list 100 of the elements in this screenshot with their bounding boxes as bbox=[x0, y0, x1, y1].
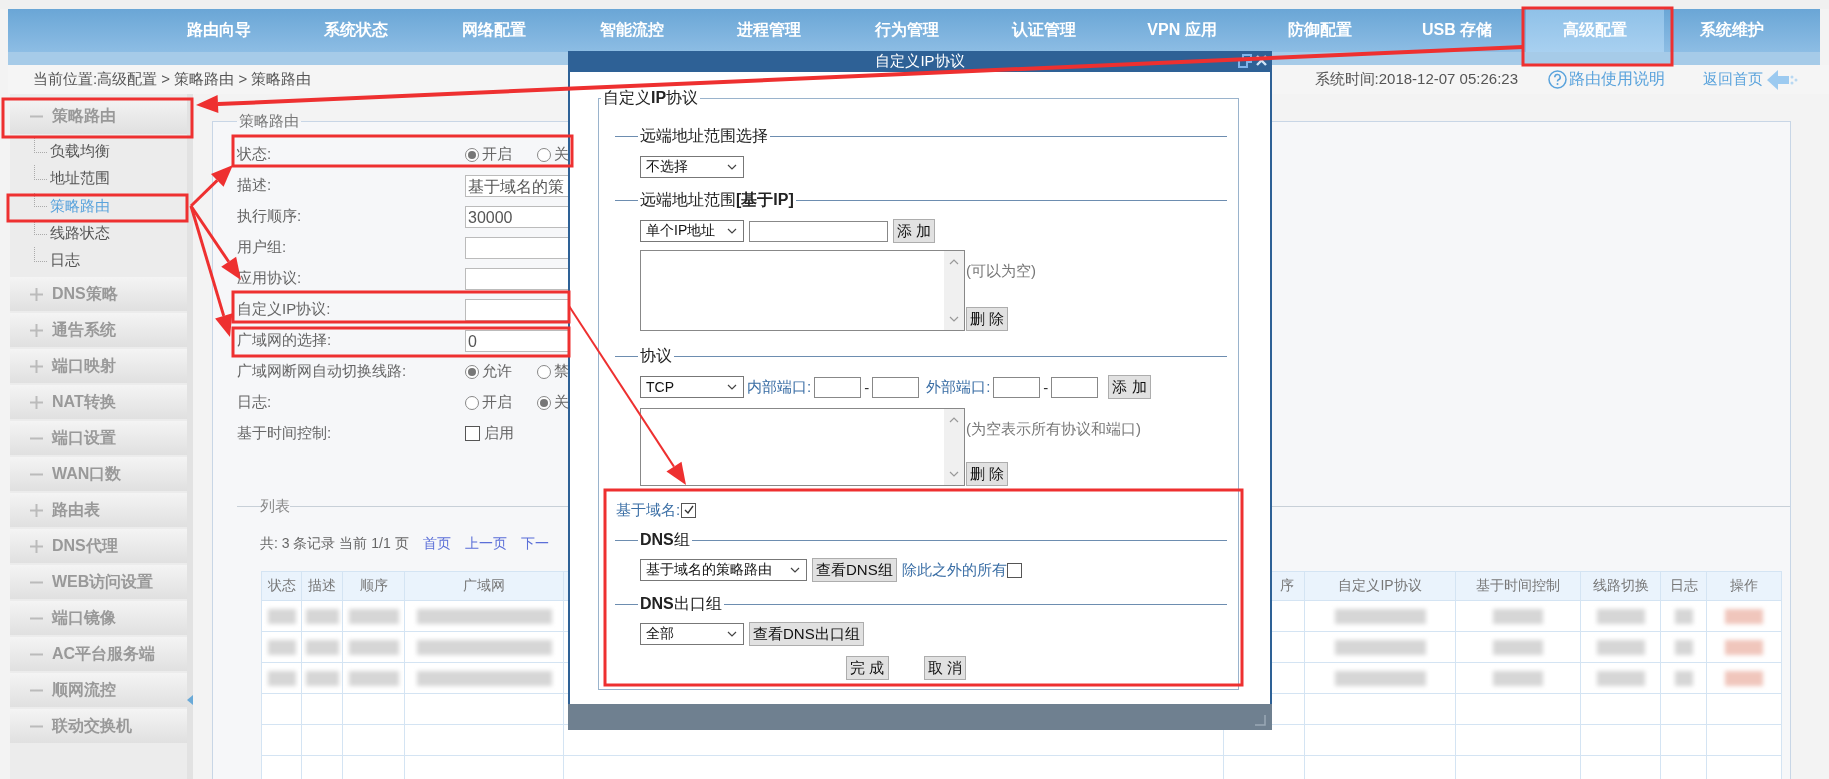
nav-tab[interactable]: 系统状态 bbox=[287, 9, 426, 52]
option-label: 允许 bbox=[482, 362, 512, 381]
field-label: 基于域名: bbox=[616, 500, 681, 520]
record-summary: 共: 3 条记录 当前 1/1 页 bbox=[260, 535, 409, 553]
sidebar-section[interactable]: 端口镜像 bbox=[10, 601, 187, 636]
option-label: 开启 bbox=[482, 145, 512, 164]
close-icon[interactable] bbox=[1255, 54, 1268, 67]
sidebar-item[interactable]: 日志 bbox=[34, 247, 187, 275]
port-field[interactable] bbox=[814, 376, 862, 398]
dropdown[interactable]: 基于域名的策略路由 bbox=[640, 559, 807, 581]
checkbox[interactable] bbox=[1006, 562, 1022, 578]
resize-grip-icon[interactable] bbox=[1254, 714, 1266, 726]
chevron-down-icon[interactable] bbox=[949, 316, 959, 322]
dropdown[interactable]: 不选择 bbox=[640, 156, 744, 178]
field-label: 外部端口: bbox=[926, 377, 991, 397]
restore-icon[interactable] bbox=[1238, 54, 1252, 68]
sidebar-section[interactable]: WAN口数 bbox=[10, 457, 187, 492]
column-header: 自定义IP协议 bbox=[1305, 571, 1456, 601]
page-link[interactable]: 下一 bbox=[520, 535, 549, 553]
separator-text: - bbox=[1043, 378, 1049, 396]
column-header: 描述 bbox=[302, 571, 343, 601]
sidebar-section[interactable]: 顺网流控 bbox=[10, 673, 187, 708]
sidebar-section[interactable]: 端口映射 bbox=[10, 349, 187, 384]
view-button[interactable]: 查看DNS出口组 bbox=[749, 622, 864, 646]
hint-text: (可以为空) bbox=[966, 262, 1036, 281]
port-field[interactable] bbox=[993, 376, 1041, 398]
field-label: 日志: bbox=[237, 393, 273, 412]
blurred-text bbox=[267, 670, 296, 686]
blurred-text bbox=[1725, 639, 1763, 655]
nav-tab[interactable]: 智能流控 bbox=[562, 9, 701, 52]
dropdown[interactable]: 全部 bbox=[640, 623, 744, 645]
help-link[interactable]: 路由使用说明 bbox=[1548, 69, 1665, 90]
nav-tab[interactable]: 系统维护 bbox=[1663, 9, 1802, 52]
confirm-button[interactable]: 完 成 bbox=[846, 656, 889, 680]
cancel-button[interactable]: 取 消 bbox=[923, 656, 966, 680]
blurred-text bbox=[1674, 608, 1693, 624]
radio-button[interactable] bbox=[465, 395, 479, 410]
radio-button[interactable] bbox=[537, 364, 551, 379]
scrollbar[interactable] bbox=[944, 251, 964, 330]
blurred-text bbox=[348, 639, 399, 655]
radio-button[interactable] bbox=[465, 147, 479, 162]
nav-tab[interactable]: 行为管理 bbox=[837, 9, 976, 52]
sidebar-item[interactable]: 负载均衡 bbox=[34, 138, 187, 166]
nav-tab[interactable]: 网络配置 bbox=[425, 9, 563, 52]
view-button[interactable]: 查看DNS组 bbox=[812, 558, 897, 582]
sidebar-section[interactable]: 联动交换机 bbox=[10, 709, 187, 744]
sidebar-item[interactable]: 策略路由 bbox=[34, 192, 187, 220]
page-link[interactable]: 首页 bbox=[422, 535, 451, 553]
delete-button[interactable]: 删 除 bbox=[966, 462, 1009, 486]
option-label: 开启 bbox=[482, 393, 512, 412]
sidebar-section[interactable]: NAT转换 bbox=[10, 385, 187, 420]
plus-icon bbox=[30, 288, 43, 301]
delete-button[interactable]: 删 除 bbox=[966, 307, 1009, 331]
nav-tab[interactable]: USB 存储 bbox=[1388, 9, 1526, 52]
port-field[interactable] bbox=[1051, 376, 1099, 398]
nav-tab[interactable]: 认证管理 bbox=[975, 9, 1114, 52]
nav-tab[interactable]: 防御配置 bbox=[1250, 9, 1389, 52]
scrollbar[interactable] bbox=[944, 409, 964, 485]
nav-tab[interactable]: 进程管理 bbox=[700, 9, 838, 52]
sidebar-section[interactable]: AC平台服务端 bbox=[10, 637, 187, 672]
sidebar-section[interactable]: DNS代理 bbox=[10, 529, 187, 564]
sidebar-section[interactable]: 端口设置 bbox=[10, 421, 187, 456]
add-button[interactable]: 添 加 bbox=[893, 219, 936, 243]
dropdown[interactable]: TCP bbox=[640, 376, 744, 398]
radio-button[interactable] bbox=[537, 147, 551, 162]
nav-tab[interactable]: VPN 应用 bbox=[1113, 9, 1251, 52]
option-label: 启用 bbox=[484, 424, 514, 443]
add-button[interactable]: 添 加 bbox=[1108, 375, 1151, 399]
radio-button[interactable] bbox=[465, 364, 479, 379]
collapse-bar[interactable] bbox=[187, 94, 193, 779]
text-area[interactable] bbox=[640, 250, 965, 331]
help-icon bbox=[1548, 70, 1567, 89]
sidebar-section[interactable]: WEB访问设置 bbox=[10, 565, 187, 600]
column-header: 日志 bbox=[1661, 571, 1707, 601]
nav-tab[interactable]: 高级配置 bbox=[1525, 9, 1664, 52]
panel-title: 策略路由 bbox=[238, 112, 300, 131]
plus-icon bbox=[30, 396, 43, 409]
checkbox[interactable] bbox=[465, 426, 480, 441]
blurred-text bbox=[1725, 670, 1763, 686]
home-link[interactable]: 返回首页 bbox=[1703, 68, 1799, 91]
sidebar-section[interactable]: DNS策略 bbox=[10, 277, 187, 312]
port-field[interactable] bbox=[872, 376, 920, 398]
chevron-down-icon[interactable] bbox=[949, 471, 959, 477]
column-header: 广域网 bbox=[405, 571, 564, 601]
chevron-up-icon[interactable] bbox=[949, 417, 959, 423]
sidebar-section[interactable]: 路由表 bbox=[10, 493, 187, 528]
nav-tab[interactable]: 路由向导 bbox=[150, 9, 288, 52]
column-header: 操作 bbox=[1707, 571, 1782, 601]
sidebar-item[interactable]: 地址范围 bbox=[34, 165, 187, 193]
text-area[interactable] bbox=[640, 408, 965, 486]
page-link[interactable]: 上一页 bbox=[464, 535, 507, 553]
sidebar-section[interactable]: 通告系统 bbox=[10, 313, 187, 348]
sidebar-item[interactable]: 线路状态 bbox=[34, 219, 187, 248]
blurred-text bbox=[1596, 608, 1645, 624]
radio-button[interactable] bbox=[537, 395, 551, 410]
field-label: 自定义IP协议: bbox=[237, 300, 332, 319]
ip-field[interactable] bbox=[749, 220, 888, 242]
chevron-up-icon[interactable] bbox=[949, 259, 959, 265]
dropdown[interactable]: 单个IP地址 bbox=[640, 220, 744, 242]
checkbox[interactable] bbox=[681, 502, 697, 518]
